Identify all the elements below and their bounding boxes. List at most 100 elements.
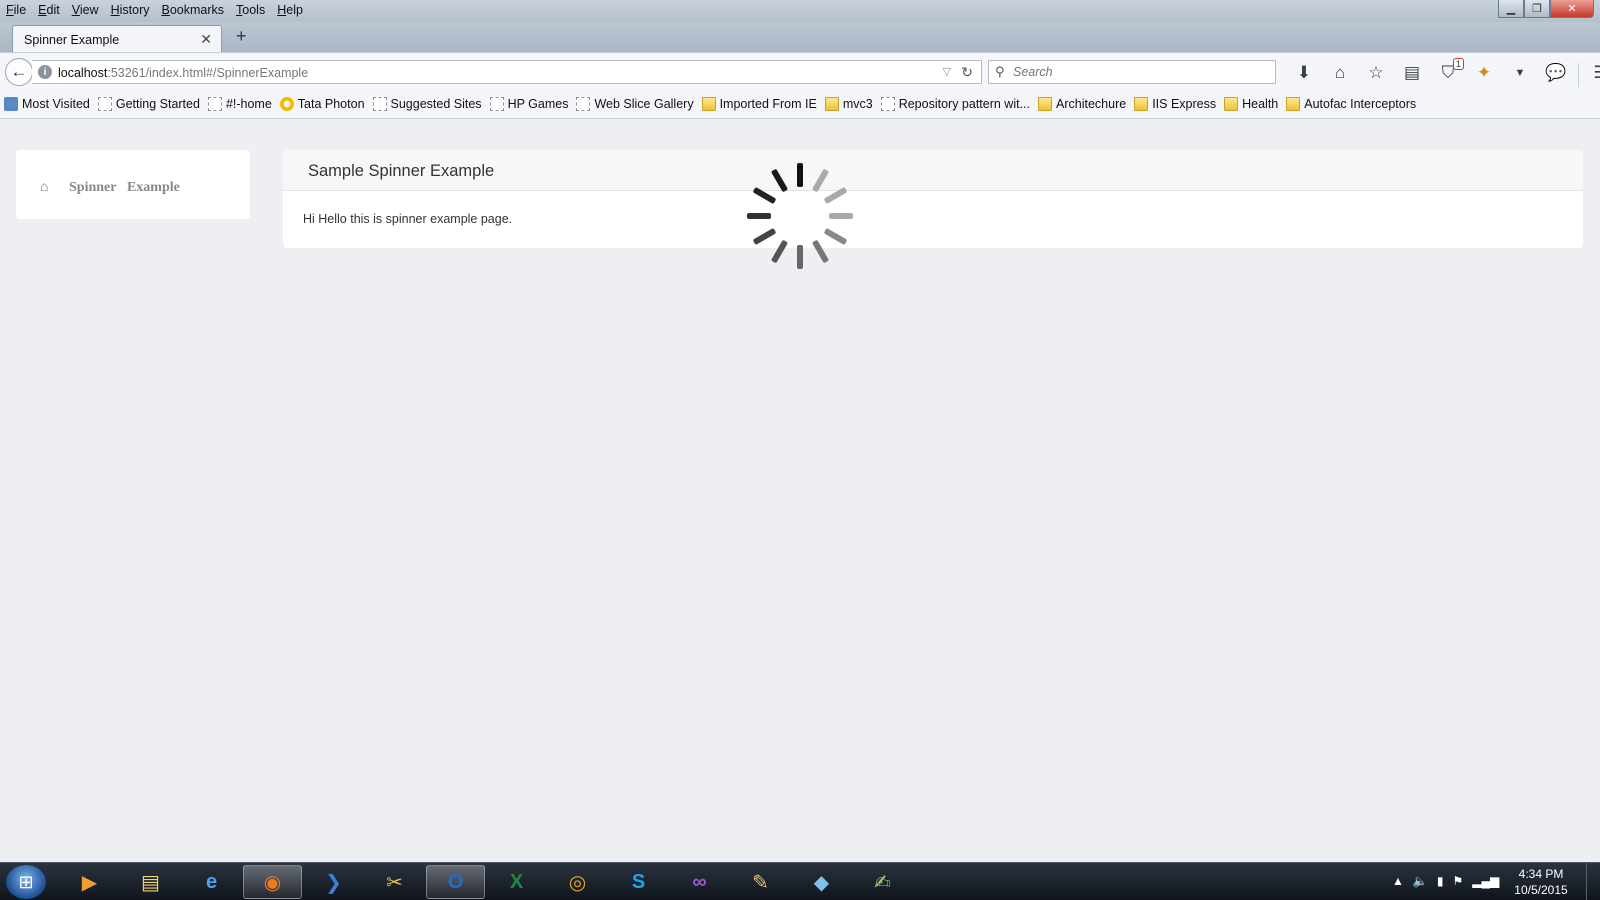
bookmark-label: mvc3 (842, 97, 873, 111)
taskbar-visual-studio-icon[interactable]: ∞ (670, 865, 729, 899)
download-icon[interactable]: ⬇ (1286, 61, 1322, 85)
menu-view[interactable]: View (72, 3, 99, 17)
url-path: :53261/index.html#/SpinnerExample (107, 66, 309, 80)
show-desktop-button[interactable] (1586, 863, 1600, 900)
bookmark-item[interactable]: Autofac Interceptors (1286, 97, 1416, 111)
pocket-icon[interactable]: ⛉ 1 (1430, 58, 1466, 85)
bookmark-label: Most Visited (22, 97, 90, 111)
taskbar-file-explorer-icon[interactable]: ▤ (121, 865, 180, 899)
menu-list: File Edit View History Bookmarks Tools H… (6, 3, 303, 17)
start-button[interactable]: ⊞ (6, 865, 46, 899)
bookmark-label: #!-home (225, 97, 272, 111)
window-controls: ▁ ❐ ✕ (1498, 0, 1594, 18)
bookmark-label: Repository pattern wit... (898, 97, 1031, 111)
bookmark-item[interactable]: Architechure (1038, 97, 1126, 111)
flag-icon[interactable]: ⚑ (1452, 874, 1463, 888)
url-text[interactable]: localhost:53261/index.html#/SpinnerExamp… (58, 66, 308, 80)
taskbar-chrome-icon[interactable]: ◎ (548, 865, 607, 899)
back-button[interactable]: ← (5, 58, 33, 86)
bookmark-label: Tata Photon (297, 97, 365, 111)
bookmark-item[interactable]: Health (1224, 97, 1278, 111)
page-icon (207, 97, 222, 111)
most-visited-icon (4, 97, 18, 111)
bookmark-item[interactable]: Imported From IE (701, 97, 817, 111)
bookmark-item[interactable]: Most Visited (4, 97, 90, 111)
breadcrumb-word-2: Example (126, 180, 180, 195)
bookmark-item[interactable]: Suggested Sites (372, 97, 482, 111)
home-icon[interactable]: ⌂ (40, 178, 48, 194)
reload-icon[interactable]: ↻ (961, 64, 973, 81)
taskbar-firefox-icon[interactable]: ◉ (243, 865, 302, 899)
taskbar-media-player-icon[interactable]: ▶ (60, 865, 119, 899)
chat-icon[interactable]: 💬 (1538, 61, 1574, 85)
bookmark-item[interactable]: Tata Photon (279, 97, 365, 111)
clock-time: 4:34 PM (1518, 867, 1564, 881)
url-history-dropdown-icon[interactable]: ▽ (943, 65, 951, 78)
panel-body-text: Hi Hello this is spinner example page. (303, 212, 513, 226)
taskbar-outlook-icon[interactable]: O (426, 865, 485, 899)
minimize-button[interactable]: ▁ (1498, 0, 1524, 18)
taskbar-paint-icon[interactable]: ✎ (731, 865, 790, 899)
taskbar-tools-icon[interactable]: ✂ (365, 865, 424, 899)
bookmark-label: Web Slice Gallery (594, 97, 694, 111)
page-icon (97, 97, 112, 111)
close-window-button[interactable]: ✕ (1550, 0, 1594, 18)
bookmark-item[interactable]: Repository pattern wit... (880, 97, 1031, 111)
search-input[interactable] (1013, 63, 1268, 81)
menu-icon[interactable]: ☰ (1583, 61, 1600, 85)
bookmark-item[interactable]: HP Games (489, 97, 569, 111)
menu-help[interactable]: Help (277, 3, 303, 17)
addon-icon[interactable]: ✦ (1466, 61, 1502, 85)
menu-edit[interactable]: Edit (38, 3, 60, 17)
url-host: localhost (58, 66, 108, 80)
home-icon[interactable]: ⌂ (1322, 61, 1358, 85)
bookmark-item[interactable]: #!-home (207, 97, 272, 111)
spinner-bar (797, 163, 803, 187)
new-tab-button[interactable]: + (236, 26, 247, 47)
url-bar[interactable]: i localhost:53261/index.html#/SpinnerExa… (32, 60, 982, 84)
clock[interactable]: 4:34 PM 10/5/2015 (1506, 866, 1576, 898)
bookmark-item[interactable]: IIS Express (1134, 97, 1216, 111)
system-tray: ▲ 🔈 ▮ ⚑ ▂▄▆ (1392, 874, 1499, 888)
taskbar-skype-icon[interactable]: S (609, 865, 668, 899)
breadcrumb-link[interactable]: Spinner Example (69, 180, 180, 196)
menu-bookmarks[interactable]: Bookmarks (162, 3, 225, 17)
taskbar-notepad-icon[interactable]: ✍ (853, 865, 912, 899)
bookmark-label: HP Games (507, 97, 569, 111)
reading-list-icon[interactable]: ▤ (1394, 61, 1430, 85)
clock-date: 10/5/2015 (1514, 883, 1568, 897)
menu-history[interactable]: History (111, 3, 150, 17)
power-icon[interactable]: ▮ (1437, 874, 1444, 888)
taskbar-internet-explorer-icon[interactable]: e (182, 865, 241, 899)
breadcrumb-word-1: Spinner (69, 180, 117, 195)
chevron-down-icon[interactable]: ▼ (1502, 61, 1538, 85)
content-panel: Sample Spinner Example Hi Hello this is … (283, 150, 1583, 248)
tab-spinner-example[interactable]: Spinner Example ✕ (12, 25, 222, 52)
taskbar-powershell-icon[interactable]: ❯ (304, 865, 363, 899)
bookmark-item[interactable]: Getting Started (97, 97, 200, 111)
show-hidden-icon[interactable]: ▲ (1392, 874, 1404, 888)
spinner-bar (812, 169, 829, 192)
menu-file[interactable]: File (6, 3, 26, 17)
site-info-icon[interactable]: i (38, 65, 52, 79)
panel-header: Sample Spinner Example (283, 150, 1583, 191)
menu-tools[interactable]: Tools (236, 3, 265, 17)
spinner-bar (824, 187, 847, 204)
breadcrumb: ⌂ Spinner Example (16, 150, 250, 219)
taskbar-remote-desktop-icon[interactable]: ◆ (792, 865, 851, 899)
bookmark-label: Getting Started (115, 97, 200, 111)
bookmark-label: Imported From IE (719, 97, 817, 111)
volume-icon[interactable]: 🔈 (1413, 874, 1428, 888)
page-icon (372, 97, 387, 111)
network-icon[interactable]: ▂▄▆ (1472, 874, 1499, 888)
spinner-bar (824, 228, 847, 245)
bookmark-label: Autofac Interceptors (1304, 97, 1417, 111)
bookmark-item[interactable]: mvc3 (824, 97, 873, 111)
restore-button[interactable]: ❐ (1524, 0, 1550, 18)
bookmark-star-icon[interactable]: ☆ (1358, 61, 1394, 85)
close-tab-icon[interactable]: ✕ (200, 31, 212, 48)
bookmark-item[interactable]: Web Slice Gallery (576, 97, 694, 111)
spinner-bar (771, 169, 788, 192)
search-bar[interactable]: ⚲ (988, 60, 1276, 84)
taskbar-excel-icon[interactable]: X (487, 865, 546, 899)
